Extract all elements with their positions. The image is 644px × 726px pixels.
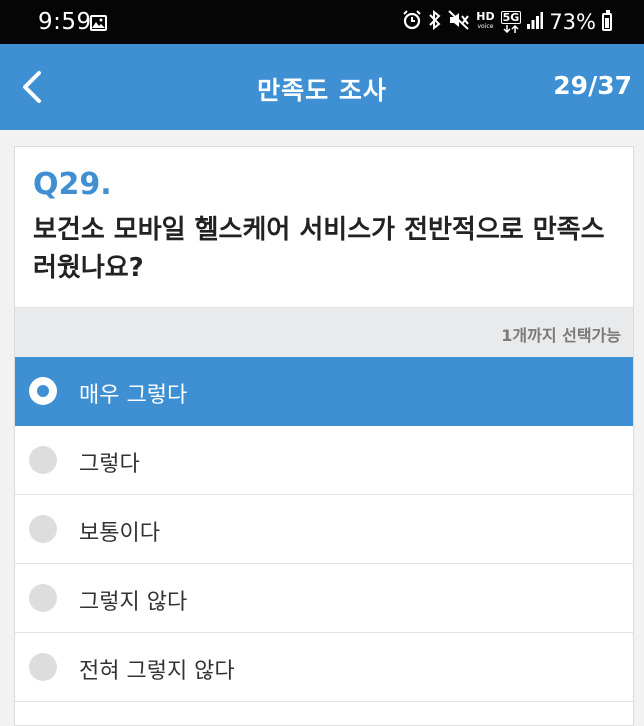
question-card: Q29. 보건소 모바일 헬스케어 서비스가 전반적으로 만족스러웠나요? 1개… [14,146,634,726]
5g-icon: 5G [500,11,522,33]
battery-percent: 73% [549,10,596,34]
selection-hint-bar: 1개까지 선택가능 [15,307,633,357]
network-label: 5G [500,11,522,24]
question-text: 보건소 모바일 헬스케어 서비스가 전반적으로 만족스러웠나요? [33,215,605,283]
answer-options: 매우 그렇다 그렇다 보통이다 그렇지 않다 전혀 그렇지 않다 [15,357,633,702]
answer-option-very-satisfied[interactable]: 매우 그렇다 [15,357,633,426]
answer-option-satisfied[interactable]: 그렇다 [15,426,633,495]
status-bar: 9:59 HD voice 5G 73% [0,0,644,44]
answer-option-dissatisfied[interactable]: 그렇지 않다 [15,564,633,633]
radio-unselected-icon[interactable] [29,515,57,543]
battery-icon [602,10,612,31]
option-label: 매우 그렇다 [79,383,188,408]
hd-voice-icon: HD voice [476,11,494,32]
answer-option-very-dissatisfied[interactable]: 전혀 그렇지 않다 [15,633,633,702]
question-number: Q29. [33,167,112,202]
option-label: 전혀 그렇지 않다 [79,659,235,684]
option-label: 그렇지 않다 [79,590,188,615]
page-title: 만족도 조사 [257,76,387,105]
answer-option-neutral[interactable]: 보통이다 [15,495,633,564]
signal-icon [527,10,544,35]
status-icons: HD voice 5G 73% [402,7,612,37]
question-progress: 29/37 [553,71,632,100]
gallery-icon [90,15,107,31]
selection-hint: 1개까지 선택가능 [501,326,621,345]
option-label: 보통이다 [79,521,160,546]
alarm-icon [402,9,422,35]
status-time: 9:59 [38,9,92,35]
radio-unselected-icon[interactable] [29,584,57,612]
radio-unselected-icon[interactable] [29,653,57,681]
option-label: 그렇다 [79,452,140,477]
app-header: 만족도 조사 29/37 [0,44,644,130]
bluetooth-icon [428,9,442,35]
mute-icon [448,9,470,35]
hd-sub-label: voice [477,23,494,30]
radio-unselected-icon[interactable] [29,446,57,474]
radio-selected-icon[interactable] [29,377,57,405]
